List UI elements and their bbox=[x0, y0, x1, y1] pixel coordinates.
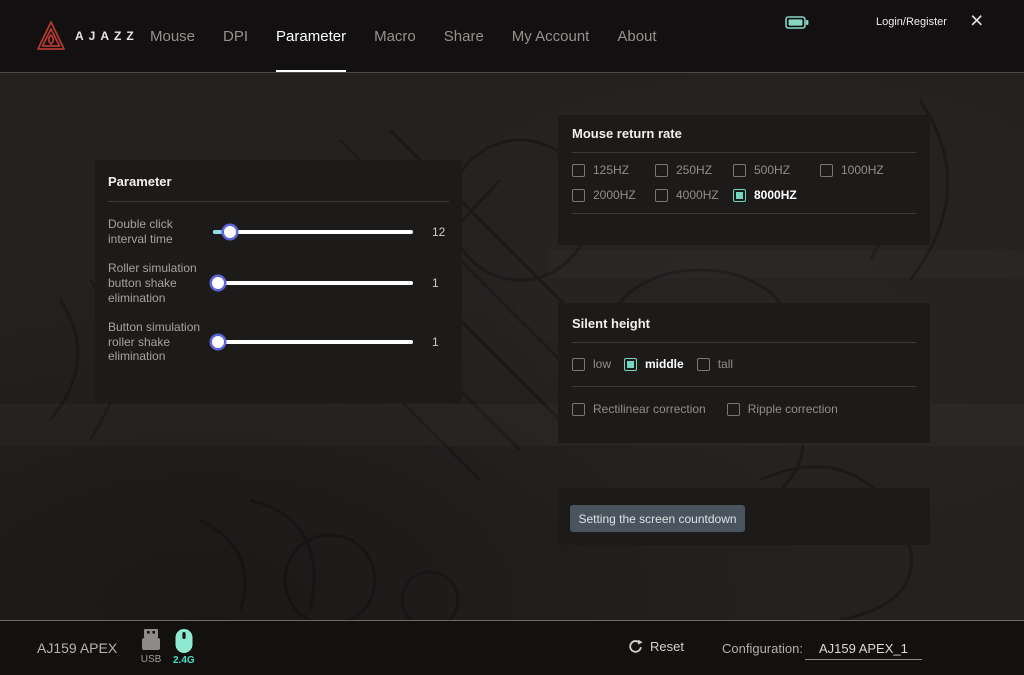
double-click-interval-slider[interactable] bbox=[213, 230, 413, 234]
tab-about[interactable]: About bbox=[617, 0, 656, 72]
checkbox-box[interactable] bbox=[572, 189, 585, 202]
checkbox-box[interactable] bbox=[733, 189, 746, 202]
wireless-label: 2.4G bbox=[173, 655, 195, 666]
slider-row-double-click: Double click interval time 12 bbox=[108, 217, 449, 246]
checkbox-label: Rectilinear correction bbox=[593, 402, 706, 416]
reset-button[interactable]: Reset bbox=[628, 639, 684, 654]
checkbox-box[interactable] bbox=[655, 164, 668, 177]
mouse-return-rate-panel: Mouse return rate 125HZ 250HZ 500HZ 1000… bbox=[558, 115, 930, 245]
return-rate-title: Mouse return rate bbox=[572, 126, 916, 141]
slider-label: Double click interval time bbox=[108, 217, 204, 246]
tab-dpi[interactable]: DPI bbox=[223, 0, 248, 72]
checkbox-2000hz[interactable]: 2000HZ bbox=[572, 188, 655, 202]
return-rate-options: 125HZ 250HZ 500HZ 1000HZ 2000HZ 4000HZ 8… bbox=[572, 163, 916, 202]
checkbox-label: 2000HZ bbox=[593, 188, 636, 202]
main-nav: Mouse DPI Parameter Macro Share My Accou… bbox=[150, 0, 657, 72]
login-register-link[interactable]: Login/Register bbox=[876, 16, 947, 28]
divider bbox=[108, 201, 449, 202]
parameter-panel-title: Parameter bbox=[108, 174, 449, 189]
divider bbox=[572, 213, 916, 214]
parameter-panel: Parameter Double click interval time 12 … bbox=[95, 160, 462, 403]
wireless-connection[interactable]: 2.4G bbox=[173, 628, 195, 666]
top-nav-bar: AJAZZ Mouse DPI Parameter Macro Share My… bbox=[0, 0, 1024, 73]
reset-icon bbox=[628, 639, 643, 654]
checkbox-box[interactable] bbox=[572, 358, 585, 371]
checkbox-label: Ripple correction bbox=[748, 402, 838, 416]
checkbox-box[interactable] bbox=[572, 403, 585, 416]
correction-options: Rectilinear correction Ripple correction bbox=[572, 402, 916, 416]
tab-my-account[interactable]: My Account bbox=[512, 0, 590, 72]
brand-name: AJAZZ bbox=[75, 29, 139, 43]
checkbox-1000hz[interactable]: 1000HZ bbox=[820, 163, 916, 177]
checkbox-box[interactable] bbox=[733, 164, 746, 177]
checkbox-8000hz[interactable]: 8000HZ bbox=[733, 188, 820, 202]
background-light-band bbox=[548, 250, 1024, 278]
bottom-status-bar: AJ159 APEX USB 2.4G Reset bbox=[0, 620, 1024, 675]
checkbox-ripple-correction[interactable]: Ripple correction bbox=[727, 402, 838, 416]
checkbox-low[interactable]: low bbox=[572, 357, 611, 371]
checkbox-125hz[interactable]: 125HZ bbox=[572, 163, 655, 177]
checkbox-label: low bbox=[593, 357, 611, 371]
battery-icon bbox=[785, 16, 809, 34]
checkbox-label: middle bbox=[645, 357, 684, 371]
checkbox-box[interactable] bbox=[820, 164, 833, 177]
checkbox-box[interactable] bbox=[655, 189, 668, 202]
configuration-label: Configuration: bbox=[722, 641, 803, 656]
checkbox-middle[interactable]: middle bbox=[624, 357, 684, 371]
roller-simulation-slider[interactable] bbox=[213, 281, 413, 285]
tab-share[interactable]: Share bbox=[444, 0, 484, 72]
slider-row-roller-sim: Roller simulation button shake eliminati… bbox=[108, 261, 449, 305]
checkbox-label: 8000HZ bbox=[754, 188, 797, 202]
configuration-value[interactable]: AJ159 APEX_1 bbox=[805, 641, 922, 660]
checkbox-box[interactable] bbox=[624, 358, 637, 371]
checkbox-label: 500HZ bbox=[754, 163, 790, 177]
ajazz-logo-icon bbox=[36, 20, 66, 52]
checkbox-box[interactable] bbox=[572, 164, 585, 177]
slider-label: Button simulation roller shake eliminati… bbox=[108, 320, 204, 364]
reset-label: Reset bbox=[650, 639, 684, 654]
checkbox-rectilinear-correction[interactable]: Rectilinear correction bbox=[572, 402, 706, 416]
checkbox-label: 4000HZ bbox=[676, 188, 719, 202]
checkbox-label: 125HZ bbox=[593, 163, 629, 177]
divider bbox=[572, 342, 916, 343]
button-simulation-slider[interactable] bbox=[213, 340, 413, 344]
silent-height-panel: Silent height low middle tall Rectilinea… bbox=[558, 303, 930, 443]
checkbox-box[interactable] bbox=[727, 403, 740, 416]
app-window: AJAZZ Mouse DPI Parameter Macro Share My… bbox=[0, 0, 1024, 675]
checkbox-box[interactable] bbox=[697, 358, 710, 371]
checkbox-tall[interactable]: tall bbox=[697, 357, 733, 371]
silent-height-title: Silent height bbox=[572, 316, 916, 331]
tab-macro[interactable]: Macro bbox=[374, 0, 416, 72]
mouse-icon bbox=[174, 628, 194, 654]
slider-value: 1 bbox=[432, 276, 439, 290]
countdown-panel: Setting the screen countdown bbox=[558, 488, 930, 545]
tab-parameter[interactable]: Parameter bbox=[276, 0, 346, 72]
checkbox-label: 1000HZ bbox=[841, 163, 884, 177]
slider-fill-and-handle[interactable] bbox=[213, 230, 229, 234]
screen-countdown-button[interactable]: Setting the screen countdown bbox=[570, 505, 745, 532]
device-name: AJ159 APEX bbox=[37, 640, 117, 656]
slider-value: 1 bbox=[432, 335, 439, 349]
slider-label: Roller simulation button shake eliminati… bbox=[108, 261, 204, 305]
checkbox-label: tall bbox=[718, 357, 733, 371]
tab-mouse[interactable]: Mouse bbox=[150, 0, 195, 72]
slider-row-button-sim: Button simulation roller shake eliminati… bbox=[108, 320, 449, 364]
usb-connection[interactable]: USB bbox=[138, 628, 164, 665]
slider-value: 12 bbox=[432, 225, 445, 239]
slider-fill-and-handle[interactable] bbox=[213, 340, 217, 344]
close-icon[interactable]: × bbox=[970, 9, 983, 32]
checkbox-500hz[interactable]: 500HZ bbox=[733, 163, 820, 177]
checkbox-4000hz[interactable]: 4000HZ bbox=[655, 188, 733, 202]
usb-label: USB bbox=[141, 654, 162, 665]
brand-logo: AJAZZ bbox=[36, 20, 139, 52]
checkbox-label: 250HZ bbox=[676, 163, 712, 177]
usb-icon bbox=[138, 628, 164, 653]
divider bbox=[572, 386, 916, 387]
checkbox-250hz[interactable]: 250HZ bbox=[655, 163, 733, 177]
divider bbox=[572, 152, 916, 153]
configuration-group: Configuration: AJ159 APEX_1 bbox=[722, 641, 922, 660]
slider-fill-and-handle[interactable] bbox=[213, 281, 217, 285]
silent-height-options: low middle tall bbox=[572, 357, 916, 371]
